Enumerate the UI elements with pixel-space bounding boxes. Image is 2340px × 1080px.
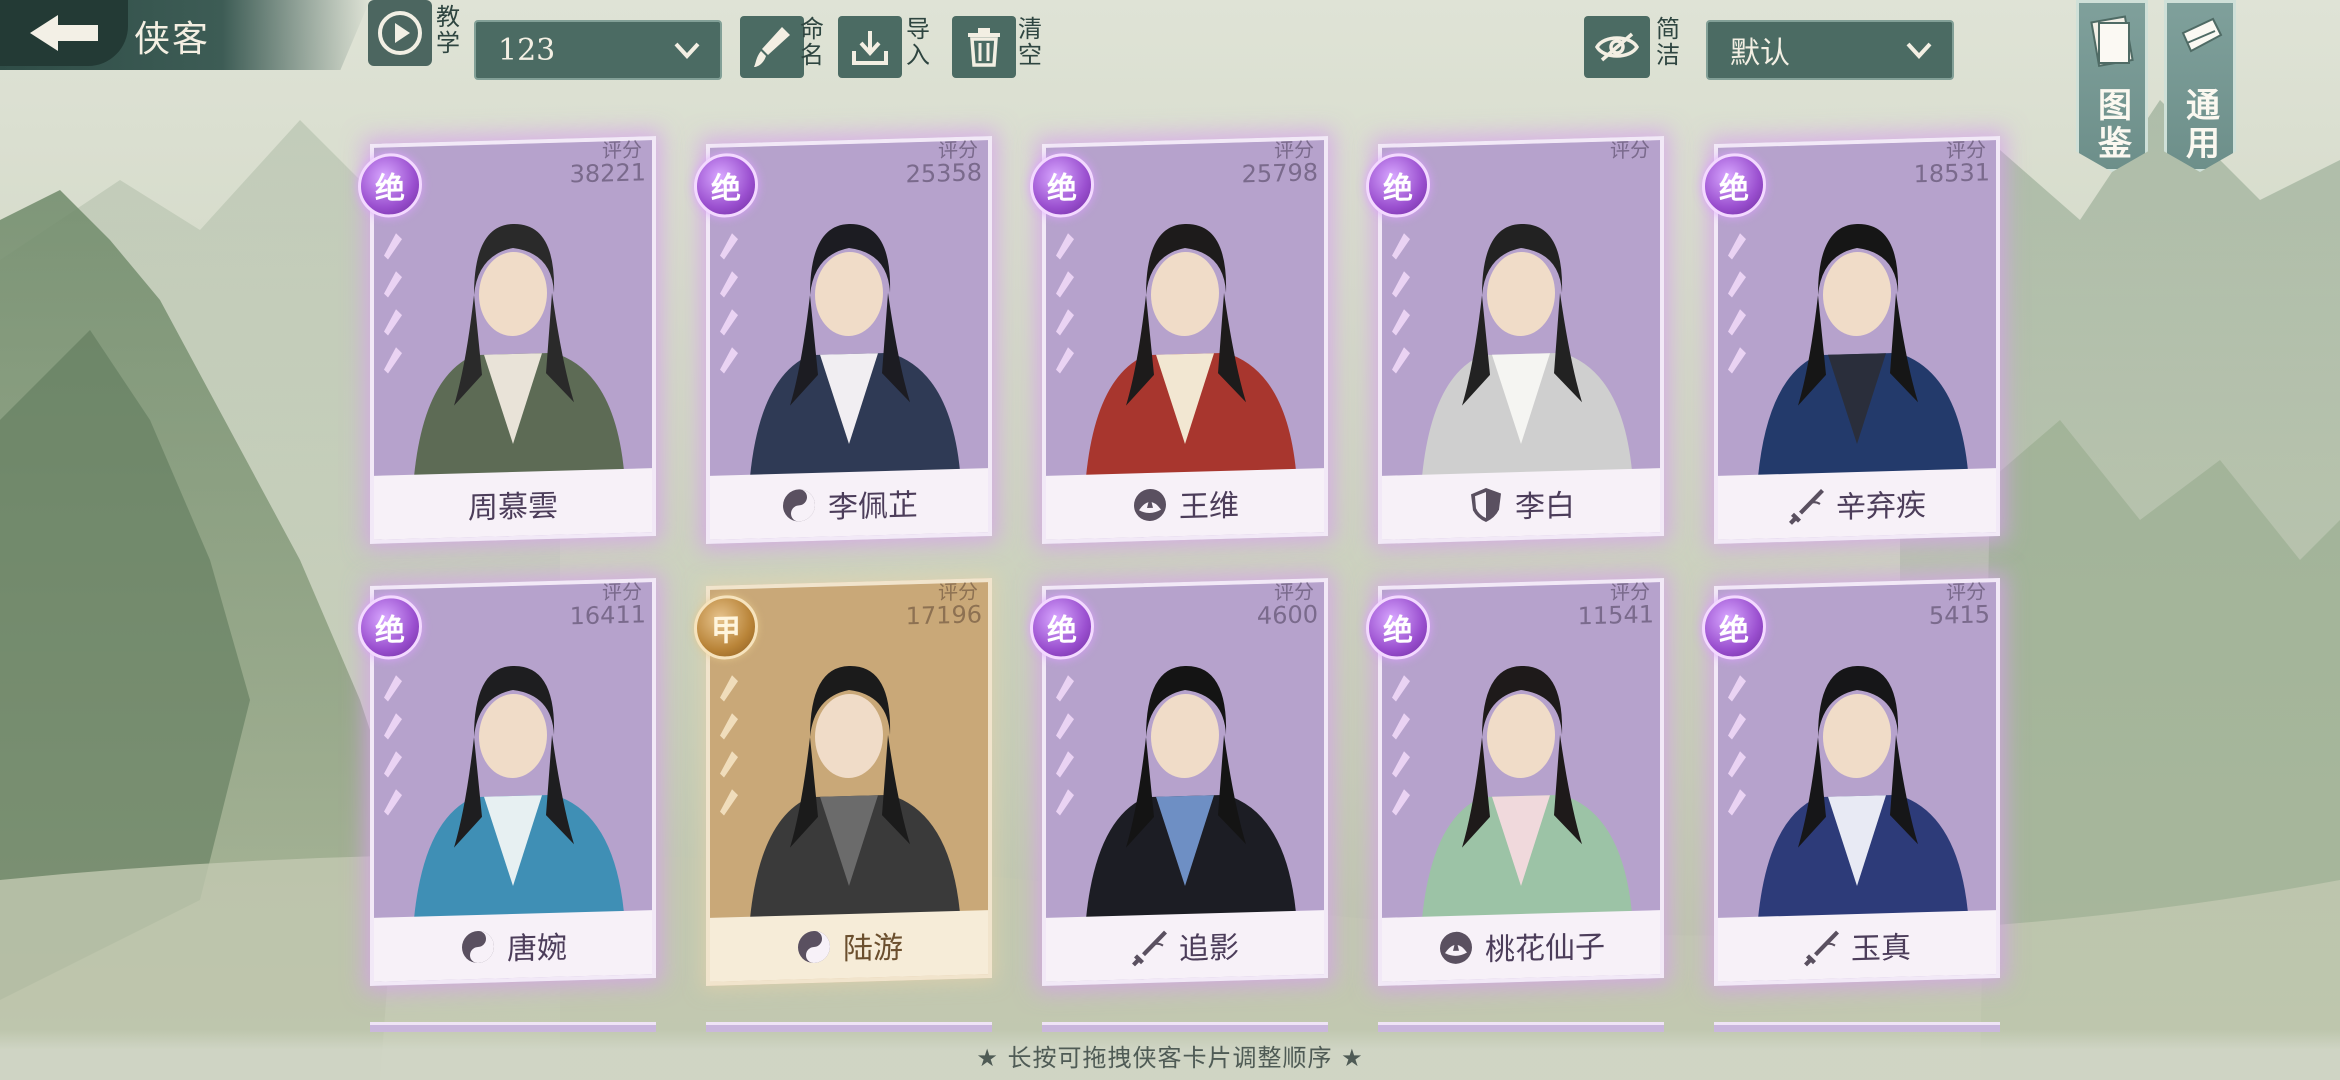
hero-name-bar: 唐婉 [374,910,652,982]
score-value: 17196 [905,600,982,631]
drag-hint-text: ★ 长按可拖拽侠客卡片调整顺序 ★ [976,1044,1364,1072]
hero-card[interactable]: 评分 18531 绝 辛弃疾 [1702,136,2000,544]
eye-slash-icon [1594,32,1640,62]
tab-general[interactable]: 通用 [2164,0,2236,172]
tab-codex[interactable]: 图鉴 [2076,0,2148,172]
simple-view-toggle[interactable] [1584,16,1650,78]
scroll-icon [2181,17,2223,53]
hero-name: 李佩芷 [828,488,918,526]
back-button[interactable] [0,0,128,66]
play-icon [378,11,422,55]
brush-icon [754,27,790,67]
star-sword-icons [1056,675,1074,816]
download-icon [852,31,888,65]
chevron-down-icon [1906,42,1932,59]
hero-name: 追影 [1179,930,1239,968]
rename-button[interactable] [740,16,804,78]
yin-yang-icon [783,489,815,522]
hero-card[interactable]: 评分 25798 绝 王维 [1030,136,1328,544]
hero-card[interactable]: 评分 5415 绝 玉真 [1702,578,2000,986]
yin-yang-icon [798,930,830,963]
score-value: 25798 [1241,158,1318,189]
clear-button[interactable] [952,16,1016,78]
lotus-icon [1134,488,1166,521]
star-sword-icons [1392,233,1410,374]
tutorial-label: 教学 [436,3,460,57]
hero-name: 王维 [1179,488,1239,526]
hero-card[interactable]: 评分 25358 绝 李佩芷 [694,136,992,544]
hero-name-bar: 陆游 [710,910,988,982]
hero-name-bar: 追影 [1046,910,1324,982]
score-value: 16411 [569,600,646,631]
top-bar: 侠客 教学 123 命名 导入 清空 简洁 默认 [0,0,2340,92]
tutorial-button[interactable]: 教学 [368,0,462,68]
team-select[interactable]: 123 [474,20,722,80]
back-arrow-icon [30,15,98,51]
hero-card[interactable]: 评分 16411 绝 唐婉 [358,578,656,986]
star-sword-icons [384,675,402,816]
star-sword-icons [720,675,738,816]
hero-name-bar: 桃花仙子 [1382,910,1660,982]
score-label: 评分 [1610,137,1650,163]
hero-name-bar: 周慕雲 [374,468,652,540]
star-sword-icons [384,233,402,374]
play-icon-wrap [368,0,432,66]
hero-name: 陆游 [843,930,903,968]
sort-select[interactable]: 默认 [1706,20,1954,80]
hero-name: 桃花仙子 [1485,929,1605,969]
hero-name-bar: 辛弃疾 [1718,468,1996,540]
star-sword-icons [720,233,738,374]
clear-label: 清空 [1018,15,1042,69]
book-icon [2090,15,2134,67]
star-sword-icons [1392,675,1410,816]
hero-card[interactable]: 评分 38221 绝 周慕雲 [358,136,656,544]
trash-icon [968,28,1000,67]
hero-name-bar: 玉真 [1718,910,1996,982]
page-title: 侠客 [134,19,211,60]
sword-icon [1804,930,1839,967]
hero-name-bar: 王维 [1046,468,1324,540]
score-value: 11541 [1577,600,1654,631]
score-value: 38221 [569,158,646,189]
shield-icon [1471,487,1501,522]
star-sword-icons [1056,233,1074,374]
star-sword-icons [1728,233,1746,374]
import-button[interactable] [838,16,902,78]
score-value: 25358 [905,158,982,189]
rename-label: 命名 [800,15,824,69]
hero-card[interactable]: 评分 4600 绝 追影 [1030,578,1328,986]
simple-view-label: 简洁 [1656,15,1680,69]
hero-name-bar: 李佩芷 [710,468,988,540]
sword-icon [1789,489,1824,525]
hero-card[interactable]: 评分 17196 甲 陆游 [694,578,992,986]
hero-name: 辛弃疾 [1836,488,1926,526]
hero-card[interactable]: 评分 11541 绝 桃花仙子 [1366,578,1664,986]
tab-codex-label: 图鉴 [2098,86,2132,164]
score-value: 5415 [1928,600,1990,630]
hero-name: 周慕雲 [468,488,558,527]
hero-name-bar: 李白 [1382,468,1660,540]
hero-card[interactable]: 评分 绝 李白 [1366,136,1664,544]
score-value: 18531 [1913,158,1990,189]
sword-icon [1132,930,1167,967]
star-sword-icons [1728,675,1746,816]
chevron-down-icon [674,42,700,59]
yin-yang-icon [462,930,494,963]
import-label: 导入 [906,15,930,69]
hero-name: 玉真 [1851,930,1911,968]
sort-select-value: 默认 [1730,36,1790,71]
tab-general-label: 通用 [2186,86,2220,164]
hero-name: 李白 [1515,488,1575,526]
score-value: 4600 [1256,600,1318,630]
team-select-value: 123 [498,32,556,68]
hero-name: 唐婉 [507,930,567,968]
lotus-icon [1440,931,1472,964]
